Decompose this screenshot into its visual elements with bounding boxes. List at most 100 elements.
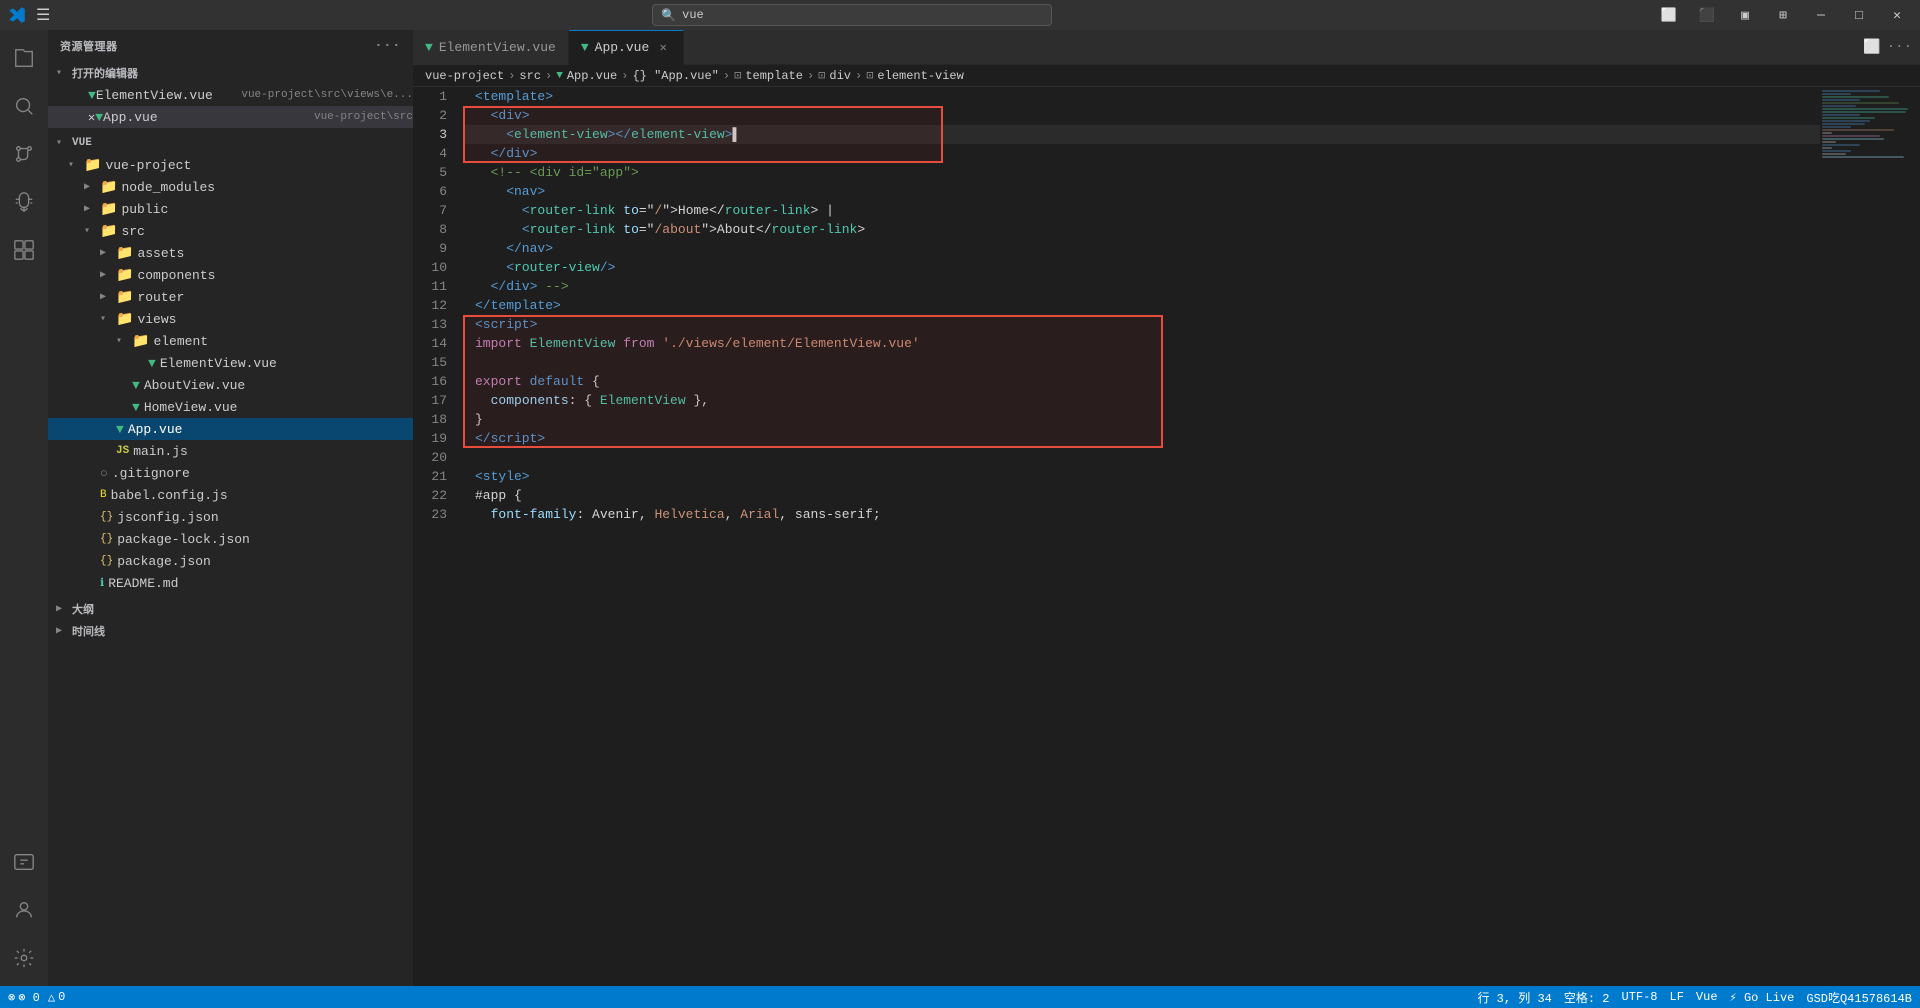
public-item[interactable]: ▶ 📁 public (48, 198, 413, 220)
activity-item-settings[interactable] (0, 934, 48, 982)
vue-file-icon: ▼ (132, 400, 140, 415)
token: router-view (514, 258, 600, 277)
package-lock-item[interactable]: {} package-lock.json (48, 528, 413, 550)
app-vue-tree-item[interactable]: ▼ App.vue (48, 418, 413, 440)
maximize-btn[interactable]: □ (1844, 4, 1874, 26)
token (475, 258, 506, 277)
app-vue-label: App.vue (103, 110, 308, 125)
customize-layout-btn[interactable]: ⊞ (1768, 4, 1798, 26)
activity-item-explorer[interactable] (0, 34, 48, 82)
status-line-col[interactable]: 行 3, 列 34 (1477, 989, 1551, 1006)
vscode-icon (8, 6, 26, 24)
sidebar-layout-btn[interactable]: ⬜ (1654, 4, 1684, 26)
token: Arial (740, 505, 779, 524)
code-line-7: <router-link to="/">Home</router-link> | (463, 201, 1820, 220)
folder-icon: 📁 (116, 267, 133, 284)
tab-close-btn[interactable]: ✕ (655, 39, 671, 55)
token: font-family (491, 505, 577, 524)
split-editor-icon[interactable]: ⬜ (1863, 39, 1880, 56)
activity-item-search[interactable] (0, 82, 48, 130)
status-errors[interactable]: ⊗ ⊗ 0 (8, 990, 40, 1005)
golive-text: ⚡ Go Live (1730, 990, 1795, 1005)
status-eol[interactable]: LF (1670, 990, 1684, 1004)
node-modules-item[interactable]: ▶ 📁 node_modules (48, 176, 413, 198)
close-icon[interactable]: ✕ (88, 110, 95, 125)
tab-app-vue[interactable]: ▼ App.vue ✕ (569, 30, 684, 65)
token: ElementView (600, 391, 686, 410)
views-item[interactable]: ▾ 📁 views (48, 308, 413, 330)
mini-line (1822, 102, 1899, 104)
code-line-23: font-family: Avenir, Helvetica, Arial, s… (463, 505, 1820, 524)
status-language[interactable]: Vue (1696, 990, 1718, 1004)
router-item[interactable]: ▶ 📁 router (48, 286, 413, 308)
open-editors-header[interactable]: ▾ 打开的编辑器 (48, 62, 413, 84)
timeline-header[interactable]: ▶ 时间线 (48, 620, 413, 642)
activity-item-debug[interactable] (0, 178, 48, 226)
activity-item-remote[interactable] (0, 838, 48, 886)
main-js-item[interactable]: JS main.js (48, 440, 413, 462)
breadcrumb-sep4: › (723, 69, 730, 83)
code-area[interactable]: <template> <div> <element-view></element… (463, 87, 1820, 986)
ln-21: 21 (413, 467, 455, 486)
element-view-file-item[interactable]: ▼ ElementView.vue (48, 352, 413, 374)
error-icon: ⊗ (8, 990, 15, 1005)
line-col-text: 行 3, 列 34 (1477, 989, 1551, 1006)
babel-config-label: babel.config.js (111, 488, 228, 503)
activity-item-account[interactable] (0, 886, 48, 934)
mini-line (1822, 120, 1870, 122)
activity-item-source-control[interactable] (0, 130, 48, 178)
token: , (725, 505, 741, 524)
more-actions-icon[interactable]: ··· (1887, 39, 1912, 55)
token: </script> (475, 429, 545, 448)
chevron-right-icon: ▶ (100, 291, 116, 303)
activity-item-extensions[interactable] (0, 226, 48, 274)
router-label: router (137, 290, 184, 305)
home-view-item[interactable]: ▼ HomeView.vue (48, 396, 413, 418)
src-item[interactable]: ▾ 📁 src (48, 220, 413, 242)
aux-bar-btn[interactable]: ▣ (1730, 4, 1760, 26)
breadcrumb-sep6: › (855, 69, 862, 83)
mini-line (1822, 156, 1904, 158)
readme-item[interactable]: ℹ README.md (48, 572, 413, 594)
token (475, 201, 522, 220)
babel-config-item[interactable]: B babel.config.js (48, 484, 413, 506)
main-js-label: main.js (133, 444, 188, 459)
search-text: vue (682, 8, 704, 22)
outline-header[interactable]: ▶ 大纲 (48, 598, 413, 620)
hamburger-icon[interactable]: ☰ (36, 5, 50, 25)
code-line-12: </template> (463, 296, 1820, 315)
open-file-element-view[interactable]: ▼ ElementView.vue vue-project\src\views\… (48, 84, 413, 106)
mini-line (1822, 138, 1884, 140)
close-btn[interactable]: ✕ (1882, 4, 1912, 26)
status-golive[interactable]: ⚡ Go Live (1730, 990, 1795, 1005)
breadcrumb-element-view: element-view (877, 69, 963, 83)
vue-label: VUE (72, 137, 92, 149)
tab-element-view[interactable]: ▼ ElementView.vue (413, 30, 569, 65)
about-view-item[interactable]: ▼ AboutView.vue (48, 374, 413, 396)
sidebar-more-btn[interactable]: ··· (374, 38, 401, 54)
open-file-app-vue[interactable]: ✕ ▼ App.vue vue-project\src (48, 106, 413, 128)
breadcrumb-script: {} "App.vue" (632, 69, 718, 83)
vue-tab-icon: ▼ (425, 40, 433, 55)
element-item[interactable]: ▾ 📁 element (48, 330, 413, 352)
gitignore-item[interactable]: ○ .gitignore (48, 462, 413, 484)
status-warnings[interactable]: △ 0 (48, 990, 65, 1005)
token: <template> (475, 87, 553, 106)
ln-14: 14 (413, 334, 455, 353)
vue-section-header[interactable]: ▾ VUE (48, 132, 413, 154)
jsconfig-item[interactable]: {} jsconfig.json (48, 506, 413, 528)
assets-item[interactable]: ▶ 📁 assets (48, 242, 413, 264)
panel-layout-btn[interactable]: ⬛ (1692, 4, 1722, 26)
status-encoding[interactable]: UTF-8 (1622, 990, 1658, 1004)
breadcrumb-src: src (519, 69, 541, 83)
search-bar[interactable]: 🔍 vue (652, 4, 1052, 26)
vue-project-item[interactable]: ▾ 📁 vue-project (48, 154, 413, 176)
components-item[interactable]: ▶ 📁 components (48, 264, 413, 286)
minimize-btn[interactable]: ─ (1806, 4, 1836, 26)
status-spaces[interactable]: 空格: 2 (1564, 989, 1610, 1006)
status-bar: ⊗ ⊗ 0 △ 0 行 3, 列 34 空格: 2 UTF-8 LF Vue ⚡… (0, 986, 1920, 1008)
titlebar-left: ☰ (8, 5, 50, 25)
token: default (530, 372, 585, 391)
token: : Avenir, (576, 505, 654, 524)
package-item[interactable]: {} package.json (48, 550, 413, 572)
